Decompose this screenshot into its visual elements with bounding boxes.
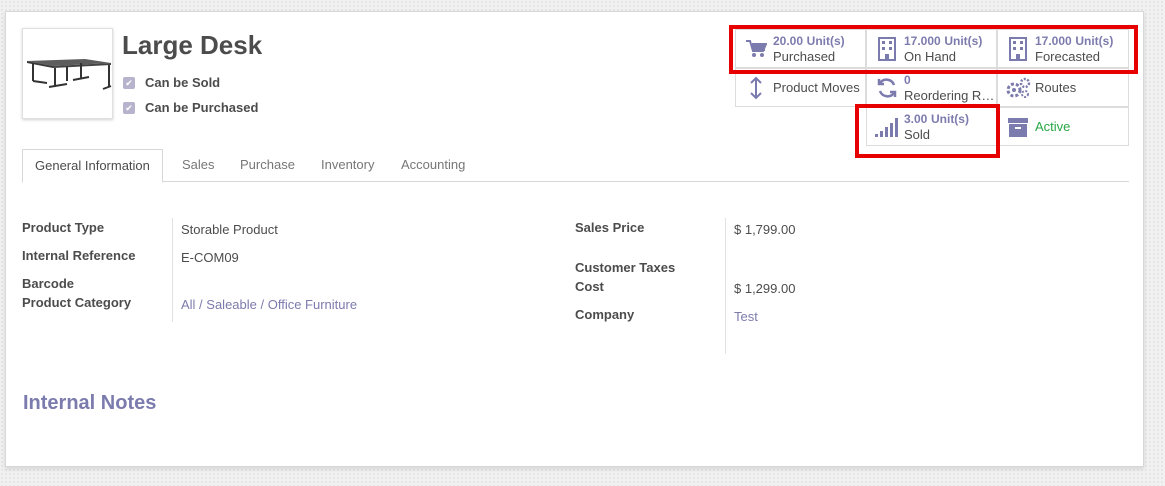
can-be-sold-row[interactable]: ✔ Can be Sold [123,75,220,90]
active-toggle-button[interactable]: Active [997,107,1129,146]
company-label: Company [575,307,635,322]
sold-unit: Unit(s) [930,112,969,126]
cost-label: Cost [575,279,604,294]
customer-taxes-label: Customer Taxes [575,260,676,275]
refresh-icon [874,75,900,101]
can-be-sold-checkbox[interactable]: ✔ [123,76,135,89]
building-icon [1005,36,1031,62]
building-icon [874,36,900,62]
internal-notes-title: Internal Notes [23,392,157,414]
internal-reference-value[interactable]: E-COM09 [181,250,239,265]
tab-purchase[interactable]: Purchase [228,149,307,182]
can-be-purchased-checkbox[interactable]: ✔ [123,101,135,114]
company-link[interactable]: Test [734,309,758,324]
on-hand-label: On Hand [904,49,957,64]
barcode-label: Barcode [22,276,75,291]
sales-price-label: Sales Price [575,220,645,235]
purchased-button[interactable]: 20.00 Unit(s) Purchased [735,29,866,68]
forecasted-value: 17.000 [1035,34,1072,48]
product-category-label: Product Category [22,295,132,310]
on-hand-button[interactable]: 17.000 Unit(s) On Hand [866,29,997,68]
tab-sales[interactable]: Sales [170,149,227,182]
sales-price-value[interactable]: $ 1,799.00 [734,222,795,237]
product-type-label: Product Type [22,220,105,235]
internal-reference-label: Internal Reference [22,248,136,263]
tab-accounting[interactable]: Accounting [389,149,477,182]
product-moves-button[interactable]: Product Moves [735,68,866,107]
product-moves-label: Product Moves [773,80,860,95]
forecasted-button[interactable]: 17.000 Unit(s) Forecasted [997,29,1129,68]
cost-value[interactable]: $ 1,299.00 [734,281,795,296]
product-category-link[interactable]: All / Saleable / Office Furniture [181,297,357,312]
cart-icon [743,36,769,62]
smart-buttons: 20.00 Unit(s) Purchased 17.000 Unit(s) O… [735,29,1130,147]
product-image[interactable] [22,28,113,119]
desk-image [27,59,112,90]
can-be-sold-label: Can be Sold [145,75,221,90]
notebook-tabs: General Information Sales Purchase Inven… [22,149,1129,183]
routes-button[interactable]: Routes [997,68,1129,107]
forecasted-unit: Unit(s) [1075,34,1114,48]
can-be-purchased-row[interactable]: ✔ Can be Purchased [123,100,258,115]
reordering-label: Reordering R… [904,87,995,103]
tab-general-information[interactable]: General Information [22,149,163,183]
left-group-separator [172,218,173,322]
can-be-purchased-label: Can be Purchased [145,100,259,115]
product-form-sheet: Large Desk ✔ Can be Sold ✔ Can be Purcha… [5,11,1144,467]
arrows-vertical-icon [743,75,769,101]
purchased-value: 20.00 [773,34,804,48]
signal-bars-icon [874,114,900,140]
active-label: Active [1035,119,1071,134]
purchased-unit: Unit(s) [806,34,845,48]
product-type-value[interactable]: Storable Product [181,222,278,237]
reordering-value: 0 [904,72,911,87]
sold-value: 3.00 [904,112,928,126]
forecasted-label: Forecasted [1035,49,1101,64]
reordering-rules-button[interactable]: 0 Reordering R… [866,68,997,107]
tab-inventory[interactable]: Inventory [309,149,386,182]
product-name[interactable]: Large Desk [122,30,262,61]
archive-icon [1005,114,1031,140]
routes-label: Routes [1035,80,1077,95]
sold-button[interactable]: 3.00 Unit(s) Sold [866,107,997,146]
on-hand-value: 17.000 [904,34,941,48]
right-group-separator [725,218,726,354]
gears-icon [1005,75,1031,101]
purchased-label: Purchased [773,49,836,64]
sold-label: Sold [904,127,931,142]
on-hand-unit: Unit(s) [944,34,983,48]
